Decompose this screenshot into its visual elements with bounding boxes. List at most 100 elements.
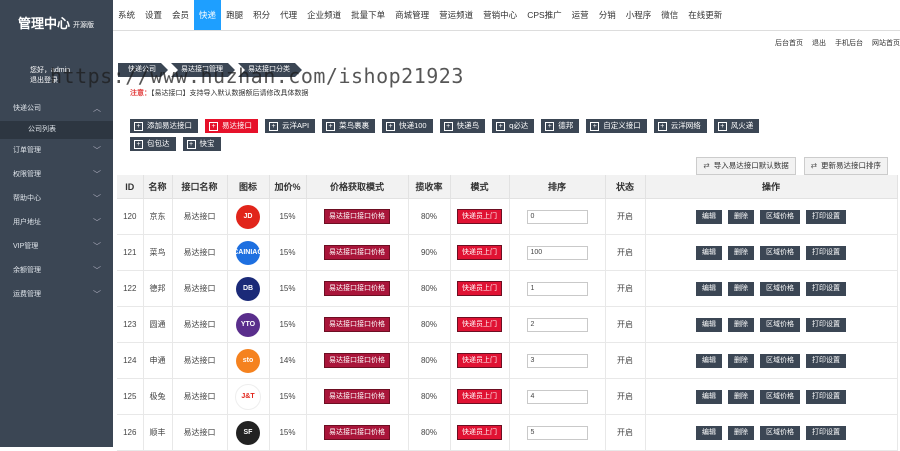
api-filter-button[interactable]: + 包包达 bbox=[130, 137, 176, 151]
edit-button[interactable]: 编辑 bbox=[696, 425, 722, 440]
breadcrumb-item[interactable]: 易达接口分类 bbox=[238, 63, 302, 77]
edit-button[interactable]: 编辑 bbox=[696, 245, 722, 260]
mode-badge[interactable]: 快递员上门 bbox=[457, 353, 502, 368]
edit-button[interactable]: 编辑 bbox=[696, 389, 722, 404]
top-nav-item[interactable]: 小程序 bbox=[621, 0, 657, 30]
api-filter-button[interactable]: + q必达 bbox=[492, 119, 535, 133]
price-mode-badge[interactable]: 易达接口接口价格 bbox=[324, 317, 390, 332]
top-nav-item[interactable]: 分销 bbox=[594, 0, 621, 30]
sidebar-item[interactable]: VIP管理 ﹀ bbox=[0, 235, 113, 259]
quick-link[interactable]: 手机后台 bbox=[835, 38, 863, 48]
delete-button[interactable]: 删除 bbox=[728, 425, 754, 440]
edit-button[interactable]: 编辑 bbox=[696, 317, 722, 332]
update-sort-button[interactable]: ⇄ 更新易达接口排序 bbox=[803, 157, 888, 175]
delete-button[interactable]: 删除 bbox=[728, 353, 754, 368]
region-price-button[interactable]: 区域价格 bbox=[760, 353, 800, 368]
top-nav-item[interactable]: 系统 bbox=[113, 0, 140, 30]
delete-button[interactable]: 删除 bbox=[728, 209, 754, 224]
region-price-button[interactable]: 区域价格 bbox=[760, 317, 800, 332]
api-filter-button[interactable]: + 快递100 bbox=[382, 119, 433, 133]
api-filter-button[interactable]: + 易达接口 bbox=[205, 119, 258, 133]
breadcrumb-item[interactable]: 易达接口管理 bbox=[171, 63, 235, 77]
price-mode-badge[interactable]: 易达接口接口价格 bbox=[324, 389, 390, 404]
sort-input[interactable]: 5 bbox=[526, 425, 588, 440]
sidebar-item[interactable]: 用户地址 ﹀ bbox=[0, 211, 113, 235]
sort-input[interactable]: 3 bbox=[526, 353, 588, 368]
sort-input[interactable]: 2 bbox=[526, 317, 588, 332]
top-nav-item[interactable]: CPS推广 bbox=[522, 0, 566, 30]
delete-button[interactable]: 删除 bbox=[728, 281, 754, 296]
top-nav-item[interactable]: 批量下单 bbox=[346, 0, 390, 30]
api-filter-button[interactable]: + 风火递 bbox=[713, 119, 760, 133]
print-settings-button[interactable]: 打印设置 bbox=[806, 209, 846, 224]
api-filter-button[interactable]: + 云洋API bbox=[265, 119, 316, 133]
mode-badge[interactable]: 快递员上门 bbox=[457, 389, 502, 404]
top-nav-item[interactable]: 设置 bbox=[140, 0, 167, 30]
logout-link[interactable]: 退出登录 bbox=[30, 76, 70, 86]
sidebar-item[interactable]: 帮助中心 ﹀ bbox=[0, 187, 113, 211]
mode-badge[interactable]: 快递员上门 bbox=[457, 317, 502, 332]
api-filter-button[interactable]: + 添加易达接口 bbox=[130, 119, 198, 133]
print-settings-button[interactable]: 打印设置 bbox=[806, 281, 846, 296]
breadcrumb-item[interactable]: 快递公司 bbox=[118, 63, 168, 77]
top-nav-item[interactable]: 商城管理 bbox=[390, 0, 434, 30]
sidebar-item[interactable]: 公司列表 bbox=[0, 121, 113, 139]
price-mode-badge[interactable]: 易达接口接口价格 bbox=[324, 353, 390, 368]
top-nav-item[interactable]: 营运频道 bbox=[434, 0, 478, 30]
mode-badge[interactable]: 快递员上门 bbox=[457, 281, 502, 296]
price-mode-badge[interactable]: 易达接口接口价格 bbox=[324, 425, 390, 440]
price-mode-badge[interactable]: 易达接口接口价格 bbox=[324, 209, 390, 224]
top-nav-item[interactable]: 微信 bbox=[656, 0, 683, 30]
api-filter-button[interactable]: + 快宝 bbox=[182, 137, 221, 151]
sidebar-item[interactable]: 订单管理 ﹀ bbox=[0, 139, 113, 163]
sidebar-item[interactable]: 运费管理 ﹀ bbox=[0, 283, 113, 307]
region-price-button[interactable]: 区域价格 bbox=[760, 245, 800, 260]
price-mode-badge[interactable]: 易达接口接口价格 bbox=[324, 245, 390, 260]
delete-button[interactable]: 删除 bbox=[728, 317, 754, 332]
quick-link[interactable]: 退出 bbox=[812, 38, 826, 48]
top-nav-item[interactable]: 在线更新 bbox=[683, 0, 727, 30]
edit-button[interactable]: 编辑 bbox=[696, 353, 722, 368]
api-filter-button[interactable]: + 自定义接口 bbox=[586, 119, 647, 133]
top-nav-item[interactable]: 营销中心 bbox=[478, 0, 522, 30]
print-settings-button[interactable]: 打印设置 bbox=[806, 389, 846, 404]
sidebar-item[interactable]: 快递公司 ︿ bbox=[0, 97, 113, 121]
delete-button[interactable]: 删除 bbox=[728, 389, 754, 404]
sort-input[interactable]: 0 bbox=[526, 209, 588, 224]
top-nav-item[interactable]: 跑腿 bbox=[221, 0, 248, 30]
mode-badge[interactable]: 快递员上门 bbox=[457, 209, 502, 224]
import-default-button[interactable]: ⇄ 导入易达接口默认数据 bbox=[696, 157, 796, 175]
mode-badge[interactable]: 快递员上门 bbox=[457, 245, 502, 260]
top-nav-item[interactable]: 积分 bbox=[248, 0, 275, 30]
top-nav-item[interactable]: 会员 bbox=[167, 0, 194, 30]
api-filter-button[interactable]: + 快递鸟 bbox=[439, 119, 486, 133]
api-filter-button[interactable]: + 菜鸟裹裹 bbox=[322, 119, 376, 133]
delete-button[interactable]: 删除 bbox=[728, 245, 754, 260]
api-filter-button[interactable]: + 云洋网络 bbox=[653, 119, 707, 133]
sort-input[interactable]: 1 bbox=[526, 281, 588, 296]
print-settings-button[interactable]: 打印设置 bbox=[806, 245, 846, 260]
region-price-button[interactable]: 区域价格 bbox=[760, 209, 800, 224]
quick-link[interactable]: 后台首页 bbox=[775, 38, 803, 48]
region-price-button[interactable]: 区域价格 bbox=[760, 425, 800, 440]
print-settings-button[interactable]: 打印设置 bbox=[806, 317, 846, 332]
sort-input[interactable]: 100 bbox=[526, 245, 588, 260]
mode-badge[interactable]: 快递员上门 bbox=[457, 425, 502, 440]
region-price-button[interactable]: 区域价格 bbox=[760, 281, 800, 296]
top-nav-item[interactable]: 代理 bbox=[275, 0, 302, 30]
quick-link[interactable]: 网站首页 bbox=[872, 38, 900, 48]
top-nav-item[interactable]: 企业频道 bbox=[302, 0, 346, 30]
api-filter-button[interactable]: + 德邦 bbox=[541, 119, 580, 133]
sidebar-item[interactable]: 余额管理 ﹀ bbox=[0, 259, 113, 283]
top-nav-item[interactable]: 快递 bbox=[194, 0, 222, 30]
edit-button[interactable]: 编辑 bbox=[696, 209, 722, 224]
edit-button[interactable]: 编辑 bbox=[696, 281, 722, 296]
price-mode-badge[interactable]: 易达接口接口价格 bbox=[324, 281, 390, 296]
sort-input[interactable]: 4 bbox=[526, 389, 588, 404]
region-price-button[interactable]: 区域价格 bbox=[760, 389, 800, 404]
sidebar-item[interactable]: 权限管理 ﹀ bbox=[0, 163, 113, 187]
print-settings-button[interactable]: 打印设置 bbox=[806, 425, 846, 440]
row-name: 德邦 bbox=[143, 270, 173, 307]
top-nav-item[interactable]: 运营 bbox=[567, 0, 594, 30]
print-settings-button[interactable]: 打印设置 bbox=[806, 353, 846, 368]
